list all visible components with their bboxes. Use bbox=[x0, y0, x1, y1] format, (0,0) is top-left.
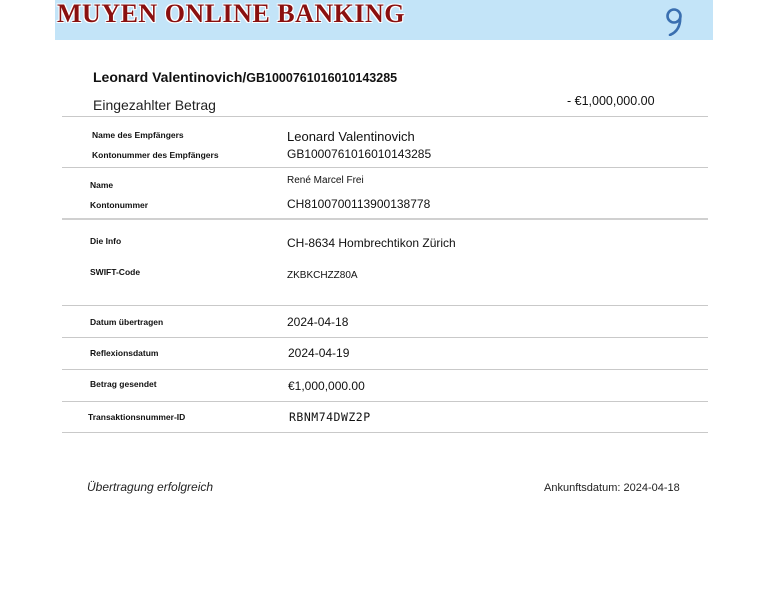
sender-name-value: René Marcel Frei bbox=[287, 175, 364, 186]
transaction-id-label: Transaktionsnummer-ID bbox=[88, 412, 186, 422]
recipient-account-label: Kontonummer des Empfängers bbox=[92, 150, 219, 160]
date-transferred-value: 2024-04-18 bbox=[287, 315, 349, 329]
deposited-amount: - €1,000,000.00 bbox=[567, 94, 655, 108]
transfer-status: Übertragung erfolgreich bbox=[87, 480, 214, 494]
bank-logo-icon bbox=[666, 8, 682, 36]
sender-account-value: CH8100700113900138778 bbox=[287, 197, 431, 211]
account-header: Leonard Valentinovich/GB1000761016010143… bbox=[93, 69, 397, 85]
section-title: Eingezahlter Betrag bbox=[93, 97, 216, 113]
divider bbox=[62, 401, 708, 402]
divider bbox=[62, 305, 708, 306]
reflection-date-value: 2024-04-19 bbox=[288, 346, 350, 360]
amount-sent-label: Betrag gesendet bbox=[90, 379, 157, 389]
transaction-id-value: RBNM74DWZ2P bbox=[289, 410, 371, 424]
info-label: Die Info bbox=[90, 236, 122, 246]
divider bbox=[62, 432, 708, 433]
header-banner: MUYEN ONLINE BANKING bbox=[55, 0, 713, 40]
recipient-name-label: Name des Empfängers bbox=[92, 130, 184, 140]
account-holder-name: Leonard Valentinovich bbox=[93, 69, 243, 85]
swift-code-value: ZKBKCHZZ80A bbox=[287, 270, 358, 281]
swift-code-label: SWIFT-Code bbox=[90, 267, 141, 277]
info-value: CH-8634 Hombrechtikon Zürich bbox=[287, 236, 456, 250]
arrival-date: Ankunftsdatum: 2024-04-18 bbox=[544, 482, 680, 494]
account-holder-number: GB1000761016010143285 bbox=[246, 71, 398, 85]
amount-sent-value: €1,000,000.00 bbox=[288, 379, 365, 393]
divider bbox=[62, 116, 708, 117]
recipient-name-value: Leonard Valentinovich bbox=[287, 129, 415, 144]
sender-account-label: Kontonummer bbox=[90, 200, 149, 210]
arrival-date-value: 2024-04-18 bbox=[623, 482, 680, 494]
divider bbox=[62, 167, 708, 168]
divider bbox=[62, 369, 708, 370]
recipient-account-value: GB1000761016010143285 bbox=[287, 147, 432, 161]
date-transferred-label: Datum übertragen bbox=[90, 317, 164, 327]
divider bbox=[62, 218, 708, 220]
sender-name-label: Name bbox=[90, 180, 114, 190]
divider bbox=[62, 337, 708, 338]
arrival-date-label: Ankunftsdatum bbox=[544, 482, 618, 494]
reflection-date-label: Reflexionsdatum bbox=[90, 348, 159, 358]
arrival-date-separator: : bbox=[617, 482, 621, 494]
bank-title: MUYEN ONLINE BANKING bbox=[57, 0, 406, 28]
